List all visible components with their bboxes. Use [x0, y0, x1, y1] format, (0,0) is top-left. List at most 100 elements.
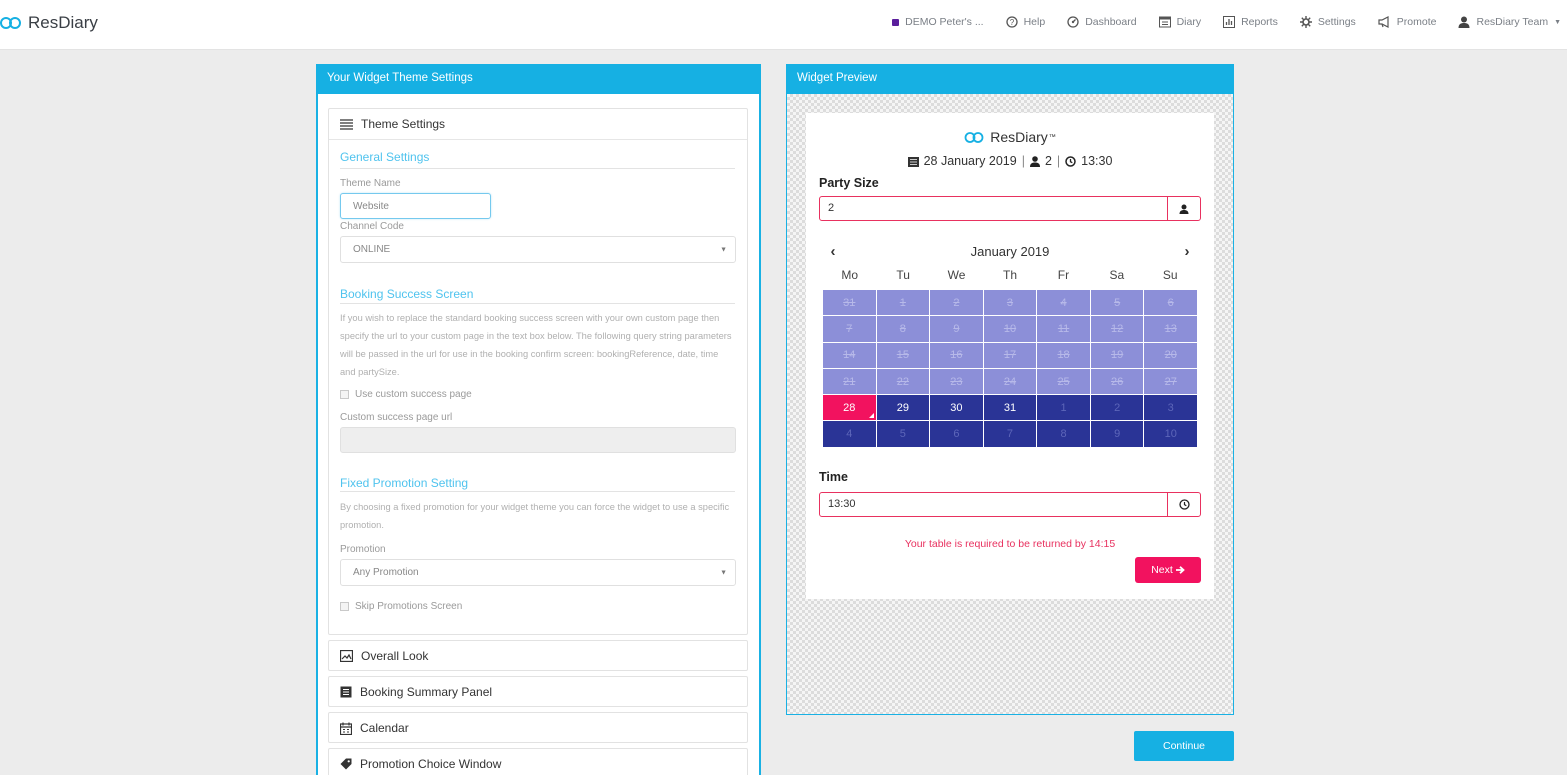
booking-success-title: Booking Success Screen — [340, 287, 474, 301]
booking-summary-toggle[interactable]: Booking Summary Panel — [329, 677, 747, 707]
dashboard-icon — [1067, 16, 1079, 28]
help-circle-icon: ? — [1005, 16, 1018, 28]
calendar-day: 3 — [1144, 395, 1197, 421]
party-size-addon — [1167, 197, 1200, 220]
main-nav: DEMO Peter's ... ? Help Dashboard Diary … — [892, 16, 1567, 28]
nav-help[interactable]: ? Help — [1005, 16, 1045, 28]
accordion-title: Overall Look — [361, 649, 429, 663]
calendar-day: 12 — [1090, 316, 1144, 342]
nav-settings[interactable]: Settings — [1299, 16, 1356, 28]
theme-name-label: Theme Name — [340, 178, 401, 189]
nav-label: Diary — [1176, 16, 1202, 28]
time-value: 13:30 — [828, 498, 856, 510]
booking-summary-accordion[interactable]: Booking Summary Panel — [328, 676, 748, 707]
promotion-label: Promotion — [340, 544, 386, 555]
next-button-label: Next — [1151, 564, 1173, 576]
fixed-promotion-title: Fixed Promotion Setting — [340, 476, 469, 490]
calendar-day: 17 — [983, 342, 1037, 368]
calendar-day: 6 — [930, 421, 983, 447]
nav-user-menu[interactable]: ResDiary Team ▼ — [1458, 16, 1561, 28]
overall-look-accordion[interactable]: Overall Look — [328, 640, 748, 671]
tag-icon — [340, 758, 352, 770]
nav-label: ResDiary Team — [1476, 16, 1549, 28]
resdiary-logo-icon — [964, 131, 984, 143]
calendar-day: 22 — [876, 368, 930, 395]
next-button[interactable]: Next — [1135, 557, 1201, 583]
list-icon — [340, 118, 353, 130]
channel-code-select[interactable]: ONLINE ▼ — [340, 236, 736, 263]
calendar-toggle[interactable]: Calendar — [329, 713, 747, 743]
calendar-day: 16 — [930, 342, 983, 368]
calendar-day: 1 — [1037, 395, 1090, 421]
panel-title: Your Widget Theme Settings — [327, 72, 473, 84]
brand-logo[interactable]: ResDiary — [0, 13, 98, 33]
nav-promote[interactable]: Promote — [1378, 16, 1437, 28]
nav-diary[interactable]: Diary — [1158, 16, 1202, 28]
calendar-day: 3 — [983, 290, 1037, 316]
prev-month-button[interactable]: ‹ — [823, 243, 843, 260]
select-value: ONLINE — [353, 244, 391, 255]
divider — [340, 168, 735, 169]
calendar-day[interactable]: 29 — [876, 395, 930, 421]
summary-date: 28 January 2019 — [923, 154, 1017, 168]
brand-name: ResDiary — [28, 13, 98, 32]
nav-restaurant-selector[interactable]: DEMO Peter's ... — [892, 16, 984, 28]
widget-preview-header: Widget Preview — [786, 64, 1234, 94]
promotion-choice-toggle[interactable]: Promotion Choice Window — [329, 749, 747, 775]
calendar-day: 15 — [876, 342, 930, 368]
calendar-day: 8 — [876, 316, 930, 342]
calendar-header: ‹ January 2019 › — [823, 243, 1197, 260]
calendar-grid: 31 1 2 3 4 5 6 7 8 9 10 11 12 13 14 15 16 17 18 19 20 21 22 23 2… — [823, 290, 1197, 447]
accordion-title: Booking Summary Panel — [360, 685, 493, 699]
calendar-day: 4 — [823, 421, 876, 447]
promotion-choice-accordion[interactable]: Promotion Choice Window — [328, 748, 748, 775]
theme-name-input[interactable]: Website — [340, 193, 491, 219]
summary-time: 13:30 — [1081, 154, 1113, 168]
calendar-day[interactable]: 30 — [930, 395, 983, 421]
skip-promotions-checkbox[interactable] — [340, 602, 349, 611]
nav-label: Promote — [1396, 16, 1437, 28]
nav-reports[interactable]: Reports — [1223, 16, 1278, 28]
party-size-label: Party Size — [819, 176, 879, 190]
calendar-day[interactable]: 31 — [983, 395, 1037, 421]
booking-summary: 28 January 2019 | 2 | 13:30 — [806, 154, 1214, 168]
divider — [340, 491, 735, 492]
skip-promotions-row: Skip Promotions Screen — [340, 601, 462, 612]
accordion-title: Calendar — [360, 721, 409, 735]
calendar-day: 25 — [1037, 368, 1090, 395]
calendar-icon — [340, 722, 352, 735]
calendar-accordion[interactable]: Calendar — [328, 712, 748, 743]
overall-look-toggle[interactable]: Overall Look — [329, 641, 747, 671]
calendar-day-selected[interactable]: 28 — [823, 395, 876, 421]
arrow-right-icon — [1175, 566, 1185, 574]
calendar-icon — [907, 156, 919, 167]
next-month-button[interactable]: › — [1177, 243, 1197, 260]
gear-icon — [1299, 16, 1312, 28]
calendar-day: 9 — [1090, 421, 1144, 447]
calendar-day: 8 — [1037, 421, 1090, 447]
theme-settings-toggle[interactable]: Theme Settings — [329, 109, 747, 139]
reports-icon — [1223, 16, 1236, 28]
select-value: Any Promotion — [353, 567, 419, 578]
calendar-day: 31 — [823, 290, 876, 316]
separator: | — [1021, 154, 1025, 168]
party-size-input[interactable]: 2 — [819, 196, 1201, 221]
calendar-day: 2 — [1090, 395, 1144, 421]
time-input[interactable]: 13:30 — [819, 492, 1201, 517]
nav-dashboard[interactable]: Dashboard — [1067, 16, 1137, 28]
image-icon — [340, 650, 353, 662]
calendar-day: 10 — [1144, 421, 1197, 447]
continue-button[interactable]: Continue — [1134, 731, 1234, 761]
calendar-day: 23 — [930, 368, 983, 395]
use-custom-success-checkbox[interactable] — [340, 390, 349, 399]
party-size-value: 2 — [828, 202, 835, 214]
nav-label: Settings — [1317, 16, 1356, 28]
custom-url-input[interactable] — [340, 427, 736, 453]
promotion-select[interactable]: Any Promotion ▼ — [340, 559, 736, 586]
booking-widget: ResDiary ™ 28 January 2019 | 2 | 13:30 Pa… — [806, 113, 1214, 599]
panel-title: Widget Preview — [797, 72, 877, 84]
calendar-day: 9 — [930, 316, 983, 342]
weekday-label: Fr — [1057, 268, 1070, 282]
weekday-label: Sa — [1109, 268, 1125, 282]
continue-button-label: Continue — [1162, 740, 1206, 752]
